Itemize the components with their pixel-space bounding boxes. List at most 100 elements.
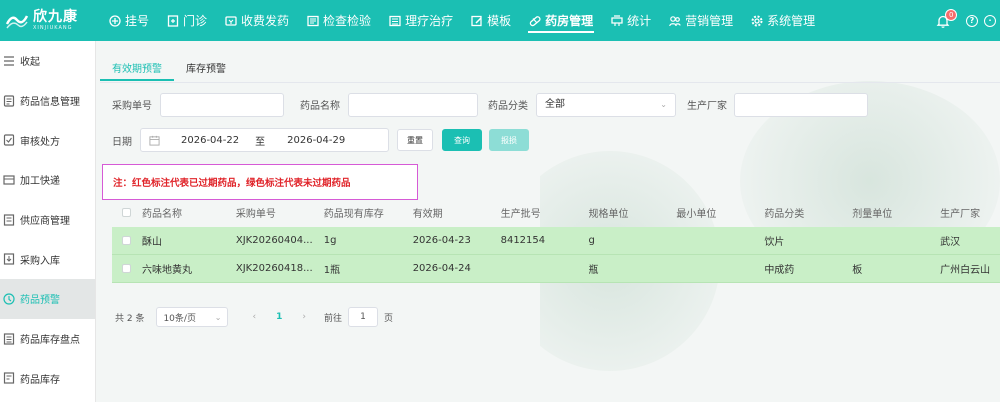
nav-exam[interactable]: 检查检验: [298, 0, 380, 41]
cell-expiry: 2026-04-24: [412, 263, 471, 274]
cell-drug-name: 酥山: [141, 237, 162, 248]
supplier-icon: [3, 213, 15, 226]
select-all-checkbox[interactable]: [122, 207, 131, 217]
drug-name-label: 药品名称: [300, 101, 340, 112]
plus-icon: [109, 14, 121, 27]
reset-button[interactable]: 重置: [397, 129, 433, 151]
cell-stock: 1g: [323, 235, 337, 246]
table-row[interactable]: 六味地黄丸 XJK20260418... 1瓶 2026-04-24 瓶 中成药…: [112, 255, 1000, 283]
col-batch-no: 生产批号: [500, 208, 541, 220]
date-separator: 至: [255, 136, 266, 148]
goto-label: 前往: [323, 313, 342, 324]
tabs-divider: [100, 82, 1000, 83]
drug-name-input[interactable]: [348, 93, 478, 117]
calendar-icon: [149, 135, 161, 146]
main-content: 有效期预警 库存预警 采购单号 药品名称 药品分类 全部 ⌄ 生产厂家 日期 2…: [100, 41, 1000, 402]
col-expiry: 有效期: [412, 208, 443, 220]
date-to: 2026-04-29: [287, 134, 346, 146]
process-icon: [3, 174, 15, 186]
tab-expiry-warning[interactable]: 有效期预警: [100, 59, 174, 81]
goto-page-input[interactable]: 1: [347, 307, 378, 327]
date-range-picker[interactable]: 2026-04-22 至 2026-04-29: [140, 128, 389, 152]
nav-pharmacy[interactable]: 药房管理: [520, 0, 602, 41]
category-select[interactable]: 全部 ⌄: [536, 93, 676, 117]
cell-spec-unit: g: [588, 235, 595, 246]
chevron-down-icon: ⌄: [660, 100, 667, 109]
col-spec-unit: 规格单位: [588, 208, 629, 220]
nav-clinic[interactable]: 门诊: [158, 0, 216, 41]
page-size-select[interactable]: 10条/页 ⌄: [156, 307, 229, 327]
purchase-icon: [3, 253, 15, 265]
user-icon[interactable]: ·: [984, 14, 996, 27]
col-manufacturer: 生产厂家: [940, 208, 981, 220]
cell-category: 饮片: [764, 237, 785, 248]
prev-page-icon[interactable]: ‹: [252, 312, 256, 322]
col-drug-name: 药品名称: [141, 208, 182, 220]
cell-drug-name: 六味地黄丸: [141, 265, 192, 276]
top-right-tools: 0 ? ·: [936, 0, 1000, 41]
next-page-icon[interactable]: ›: [302, 312, 306, 322]
main-nav: 挂号 门诊 收费发药 检查检验 理疗治疗 模板 药房管理 统计 营销管理 系统管…: [100, 0, 824, 41]
nav-register[interactable]: 挂号: [100, 0, 158, 41]
nav-system[interactable]: 系统管理: [742, 0, 824, 41]
notification-badge: 0: [945, 8, 958, 21]
sidebar-item-stock[interactable]: 药品库存: [0, 359, 95, 399]
sidebar-item-drug-info[interactable]: 药品信息管理: [0, 81, 95, 121]
brand-name: 欣九康: [33, 9, 78, 25]
table-header: 药品名称 采购单号 药品现有库存 有效期 生产批号 规格单位 最小单位 药品分类…: [112, 197, 1000, 227]
manufacturer-label: 生产厂家: [687, 101, 727, 112]
top-bar: 欣九康 XINJIUKANG 挂号 门诊 收费发药 检查检验 理疗治疗 模板 药…: [0, 0, 1000, 41]
cell-category: 中成药: [764, 265, 795, 276]
nav-statistics[interactable]: 统计: [602, 0, 660, 41]
cell-purchase-no: XJK20260404...: [235, 235, 313, 246]
audit-icon: [3, 134, 15, 146]
help-icon[interactable]: ?: [966, 14, 978, 27]
settings-icon: [751, 15, 763, 27]
sidebar-item-audit[interactable]: 审核处方: [0, 120, 95, 160]
pager-total: 共 2 条: [115, 313, 145, 324]
col-min-unit: 最小单位: [676, 208, 717, 220]
chart-icon: [611, 14, 623, 27]
page-size-value: 10条/页: [163, 313, 196, 324]
cell-manufacturer: 武汉: [940, 237, 961, 248]
warning-tabs: 有效期预警 库存预警: [100, 59, 238, 83]
nav-therapy[interactable]: 理疗治疗: [380, 0, 462, 41]
sidebar-item-drug-warning[interactable]: 药品预警: [0, 279, 95, 319]
category-label: 药品分类: [488, 101, 528, 112]
manufacturer-input[interactable]: [734, 93, 868, 117]
sidebar-item-purchase[interactable]: 采购入库: [0, 239, 95, 279]
drug-info-icon: [3, 94, 15, 107]
nav-charge[interactable]: 收费发药: [216, 0, 298, 41]
row-checkbox[interactable]: [122, 264, 131, 273]
chevron-down-icon: ⌄: [214, 312, 222, 322]
date-from: 2026-04-22: [181, 134, 240, 146]
page-number-current[interactable]: 1: [276, 312, 282, 322]
sidebar-item-inventory-check[interactable]: 药品库存盘点: [0, 319, 95, 359]
table-row[interactable]: 酥山 XJK20260404... 1g 2026-04-23 8412154 …: [112, 227, 1000, 255]
cell-dose-unit: 板: [852, 265, 863, 276]
pharmacy-icon: [529, 15, 541, 27]
query-button[interactable]: 查询: [442, 129, 482, 151]
nav-marketing[interactable]: 营销管理: [660, 0, 742, 41]
date-label: 日期: [112, 137, 132, 148]
sidebar-item-process[interactable]: 加工快递: [0, 160, 95, 200]
brand-logo[interactable]: 欣九康 XINJIUKANG: [0, 0, 100, 41]
purchase-no-input[interactable]: [160, 93, 284, 117]
cell-stock: 1瓶: [323, 265, 341, 276]
warning-icon: [3, 293, 15, 305]
inventory-check-icon: [3, 333, 15, 345]
notification-bell-icon[interactable]: 0: [936, 8, 958, 28]
purchase-no-label: 采购单号: [112, 101, 152, 112]
sidebar-item-supplier[interactable]: 供应商管理: [0, 200, 95, 240]
sidebar-item-collapse[interactable]: 收起: [0, 41, 95, 81]
col-stock: 药品现有库存: [323, 208, 384, 220]
sidebar: 收起 药品信息管理 审核处方 加工快递 供应商管理 采购入库 药品预警 药品库存…: [0, 41, 96, 402]
nav-template[interactable]: 模板: [462, 0, 520, 41]
collapse-icon: [3, 55, 15, 67]
template-icon: [471, 15, 483, 27]
cell-batch-no: 8412154: [500, 235, 546, 246]
row-checkbox[interactable]: [122, 236, 131, 245]
tab-stock-warning[interactable]: 库存预警: [174, 59, 238, 81]
report-loss-button[interactable]: 报损: [489, 129, 529, 151]
legend-note: 注：红色标注代表已过期药品，绿色标注代表未过期药品: [102, 164, 418, 200]
